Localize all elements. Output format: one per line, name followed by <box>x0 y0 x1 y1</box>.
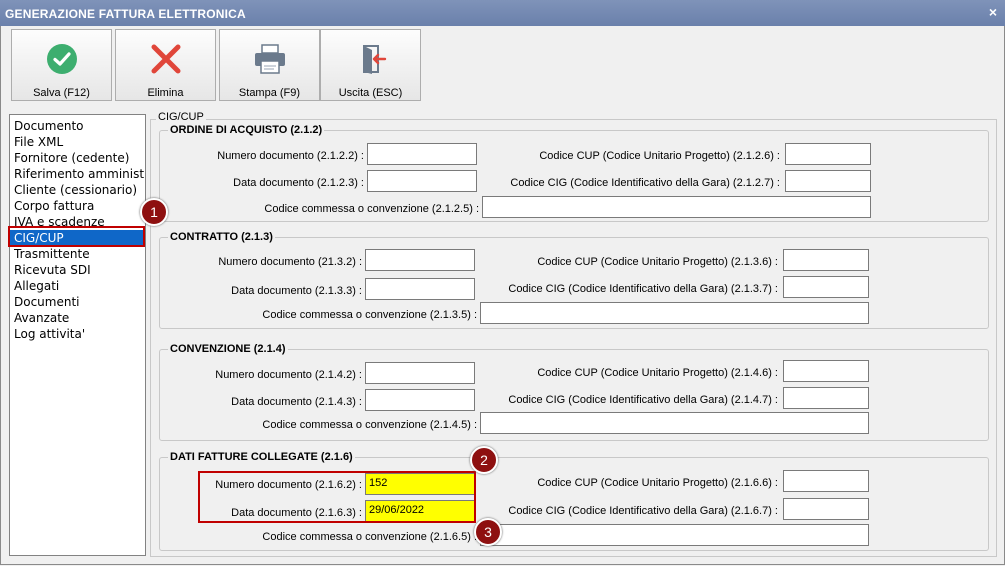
window-title: GENERAZIONE FATTURA ELETTRONICA <box>5 7 246 21</box>
contratto-comm-input[interactable] <box>480 302 869 324</box>
exit-label: Uscita (ESC) <box>338 87 403 99</box>
contratto-data-label: Data documento (2.1.3.3) : <box>231 285 362 297</box>
fatture-comm-label: Codice commessa o convenzione (2.1.6.5) … <box>262 531 477 543</box>
ordine-data-input[interactable] <box>367 170 477 192</box>
convenzione-comm-label: Codice commessa o convenzione (2.1.4.5) … <box>262 419 477 431</box>
ordine-cig-input[interactable] <box>785 170 871 192</box>
contratto-num-label: Numero documento (21.3.2) : <box>218 256 362 268</box>
contratto-cig-label: Codice CIG (Codice Identificativo della … <box>508 283 778 295</box>
sidebar-nav: Documento File XML Fornitore (cedente) R… <box>9 114 146 556</box>
convenzione-num-input[interactable] <box>365 362 475 384</box>
contratto-cup-input[interactable] <box>783 249 869 271</box>
sidebar-item-file-xml[interactable]: File XML <box>10 134 145 150</box>
contratto-cup-label: Codice CUP (Codice Unitario Progetto) (2… <box>537 256 778 268</box>
sidebar-item-fornitore[interactable]: Fornitore (cedente) <box>10 150 145 166</box>
contratto-num-input[interactable] <box>365 249 475 271</box>
annotation-badge-3: 3 <box>474 518 502 546</box>
ordine-cup-input[interactable] <box>785 143 871 165</box>
fatture-cup-input[interactable] <box>783 470 869 492</box>
delete-button[interactable]: Elimina <box>115 29 216 101</box>
convenzione-cup-label: Codice CUP (Codice Unitario Progetto) (2… <box>537 367 778 379</box>
sidebar-item-trasmittente[interactable]: Trasmittente <box>10 246 145 262</box>
ordine-comm-label: Codice commessa o convenzione (2.1.2.5) … <box>264 203 479 215</box>
convenzione-comm-input[interactable] <box>480 412 869 434</box>
check-icon <box>12 40 111 78</box>
ordine-acquisto-title: ORDINE DI ACQUISTO (2.1.2) <box>168 124 325 136</box>
annotation-badge-1: 1 <box>140 198 168 226</box>
fatture-annotation-box <box>198 471 476 523</box>
print-button[interactable]: Stampa (F9) <box>219 29 320 101</box>
sidebar-item-documenti[interactable]: Documenti <box>10 294 145 310</box>
sidebar-item-documento[interactable]: Documento <box>10 118 145 134</box>
selection-annotation-box <box>8 226 145 247</box>
sidebar-item-avanzate[interactable]: Avanzate <box>10 310 145 326</box>
print-label: Stampa (F9) <box>238 87 301 99</box>
ordine-cig-label: Codice CIG (Codice Identificativo della … <box>510 177 780 189</box>
ordine-comm-input[interactable] <box>482 196 871 218</box>
sidebar-item-corpo-fattura[interactable]: Corpo fattura <box>10 198 145 214</box>
fatture-cig-input[interactable] <box>783 498 869 520</box>
contratto-comm-label: Codice commessa o convenzione (2.1.3.5) … <box>262 309 477 321</box>
sidebar-item-cliente[interactable]: Cliente (cessionario) <box>10 182 145 198</box>
contratto-cig-input[interactable] <box>783 276 869 298</box>
ordine-cup-label: Codice CUP (Codice Unitario Progetto) (2… <box>539 150 780 162</box>
contratto-title: CONTRATTO (2.1.3) <box>168 231 275 243</box>
annotation-badge-2: 2 <box>470 446 498 474</box>
save-button[interactable]: Salva (F12) <box>11 29 112 101</box>
fatture-cig-label: Codice CIG (Codice Identificativo della … <box>508 505 778 517</box>
save-label: Salva (F12) <box>33 87 90 99</box>
printer-icon <box>220 40 319 78</box>
close-icon[interactable]: × <box>989 4 997 20</box>
convenzione-title: CONVENZIONE (2.1.4) <box>168 343 288 355</box>
sidebar-item-ricevuta-sdi[interactable]: Ricevuta SDI <box>10 262 145 278</box>
convenzione-cup-input[interactable] <box>783 360 869 382</box>
delete-x-icon <box>116 40 215 78</box>
convenzione-data-label: Data documento (2.1.4.3) : <box>231 396 362 408</box>
exit-button[interactable]: Uscita (ESC) <box>320 29 421 101</box>
fatture-comm-input[interactable] <box>480 524 869 546</box>
convenzione-data-input[interactable] <box>365 389 475 411</box>
ordine-num-label: Numero documento (2.1.2.2) : <box>217 150 364 162</box>
convenzione-num-label: Numero documento (2.1.4.2) : <box>215 369 362 381</box>
title-bar: GENERAZIONE FATTURA ELETTRONICA × <box>0 0 1005 26</box>
contratto-data-input[interactable] <box>365 278 475 300</box>
ordine-num-input[interactable] <box>367 143 477 165</box>
exit-door-icon <box>321 40 420 78</box>
fatture-collegate-title: DATI FATTURE COLLEGATE (2.1.6) <box>168 451 355 463</box>
convenzione-cig-input[interactable] <box>783 387 869 409</box>
ordine-data-label: Data documento (2.1.2.3) : <box>233 177 364 189</box>
fatture-cup-label: Codice CUP (Codice Unitario Progetto) (2… <box>537 477 778 489</box>
cig-cup-panel-caption: CIG/CUP <box>156 111 206 123</box>
convenzione-cig-label: Codice CIG (Codice Identificativo della … <box>508 394 778 406</box>
sidebar-item-allegati[interactable]: Allegati <box>10 278 145 294</box>
delete-label: Elimina <box>147 87 184 99</box>
sidebar-item-log-attivita[interactable]: Log attivita' <box>10 326 145 342</box>
sidebar-item-riferimento[interactable]: Riferimento amministrativo <box>10 166 145 182</box>
